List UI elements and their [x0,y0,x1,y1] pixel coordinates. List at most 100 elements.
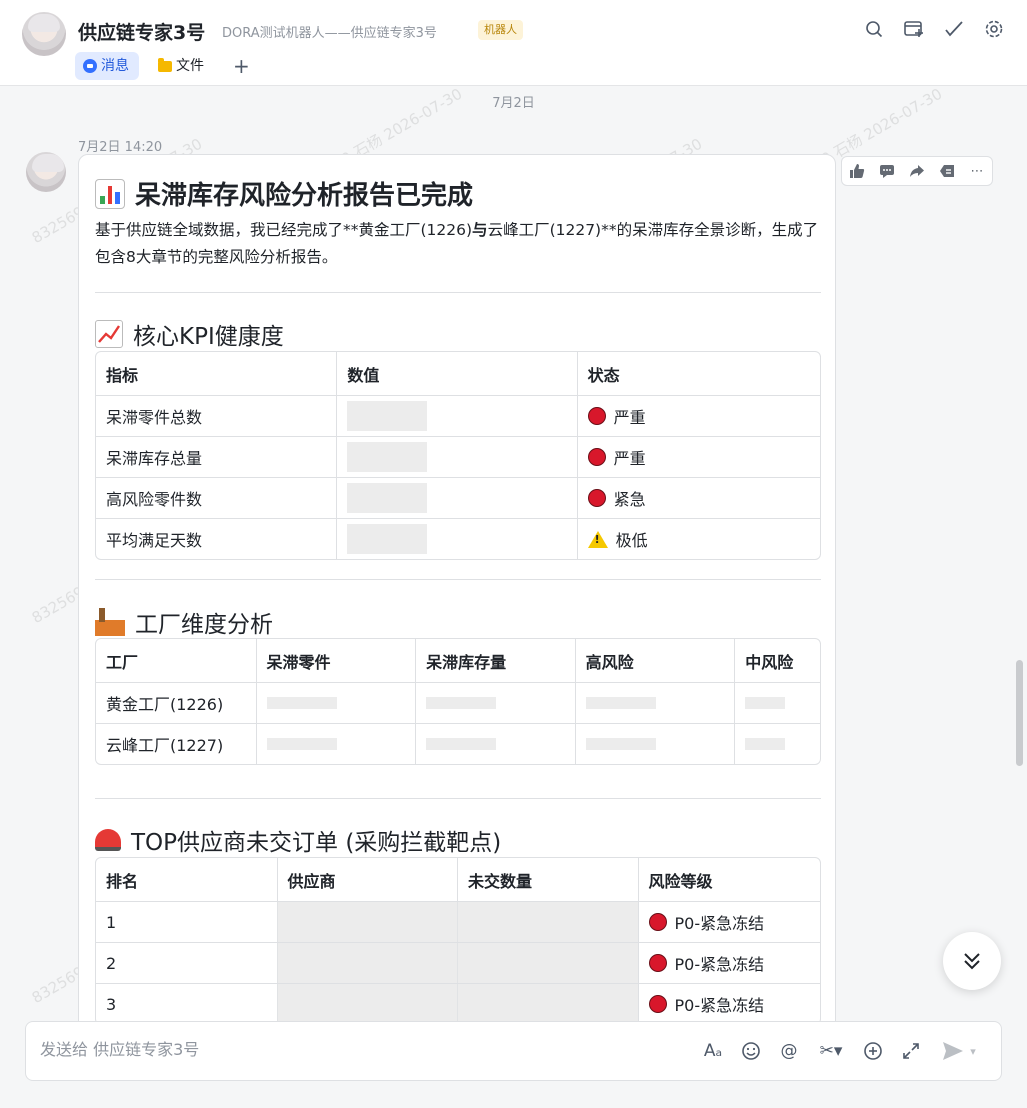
kpi-value-redacted [336,519,576,559]
redacted-value [255,724,416,764]
table-header-cell: 中风险 [734,639,820,682]
intro-text-part1: 基于供应链全域数据，我已经完成了**黄金工厂(1226) [95,221,473,239]
intro-text-bold: 与 [472,221,488,239]
pin-tag-icon[interactable] [932,156,962,186]
report-intro: 基于供应链全域数据，我已经完成了**黄金工厂(1226)与云峰工厂(1227)*… [95,217,821,271]
table-header-cell: 排名 [106,871,139,891]
table-header-cell: 供应商 [276,858,458,901]
folder-icon [158,57,172,72]
table-header-row: 排名 供应商 未交数量 风险等级 [96,858,820,901]
red-circle-icon [648,954,667,972]
table-row: 平均满足天数 极低 [96,518,820,559]
factory-heading-text: 工厂维度分析 [135,612,273,638]
date-divider: 7月2日 [492,96,535,111]
search-icon[interactable] [863,18,885,40]
tab-files[interactable]: 文件 [150,52,214,80]
table-header-cell: 未交数量 [457,858,638,901]
trend-chart-icon [95,320,123,348]
factory-name: 黄金工厂(1226) [106,695,224,714]
supplier-risk: P0-紧急冻结 [637,943,821,983]
risk-level-text: P0-紧急冻结 [674,996,765,1015]
message-composer: Aₐ @ ✂▾ ▾ [25,1021,1002,1081]
report-card: 呆滞库存风险分析报告已完成 基于供应链全域数据，我已经完成了**黄金工厂(122… [78,154,836,1034]
supplier-rank: 1 [106,912,117,932]
redacted-value [734,724,820,764]
bot-avatar[interactable] [22,12,66,56]
supplier-table: 排名 供应商 未交数量 风险等级 1 P0-紧急冻结 2 P0-紧急冻结 3 P… [95,857,821,1025]
send-icon[interactable]: ▾ [937,1038,981,1064]
thumbs-up-icon[interactable] [842,156,872,186]
report-title: 呆滞库存风险分析报告已完成 [95,175,473,212]
tab-messages-label: 消息 [101,58,129,74]
double-chevron-down-icon [964,953,980,970]
table-row: 2 P0-紧急冻结 [96,942,820,983]
factory-table[interactable]: 工厂 呆滞零件 呆滞库存量 高风险 中风险 黄金工厂(1226) 云峰工厂(12… [95,638,821,765]
kpi-name: 呆滞库存总量 [106,449,203,468]
tab-messages[interactable]: 消息 [75,52,139,80]
reply-comment-icon[interactable] [872,156,902,186]
redacted-supplier [276,902,457,942]
composer-toolbar: Aₐ @ ✂▾ ▾ [701,1038,981,1064]
factory-name: 云峰工厂(1227) [106,736,224,755]
divider [95,798,821,799]
risk-level-text: P0-紧急冻结 [674,914,765,933]
siren-icon [95,829,121,851]
mention-icon[interactable]: @ [777,1038,801,1064]
kpi-heading: 核心KPI健康度 [95,317,284,351]
scrollbar[interactable] [1016,660,1023,766]
settings-gear-icon[interactable] [983,18,1005,40]
chat-subtitle: DORA测试机器人——供应链专家3号 [222,26,437,41]
table-row: 黄金工厂(1226) [96,682,820,723]
more-icon[interactable]: ⋯ [962,156,992,186]
add-plus-icon[interactable] [861,1038,885,1064]
add-tab-button[interactable]: + [225,52,260,80]
red-circle-icon [587,489,606,507]
kpi-name: 高风险零件数 [106,490,203,509]
kpi-value-redacted [336,396,576,436]
table-header-row: 指标 数值 状态 [96,352,820,395]
table-header-cell: 风险等级 [637,858,821,901]
kpi-status: 严重 [576,437,820,477]
warning-icon [587,530,608,548]
bot-badge: 机器人 [478,20,523,40]
screenshot-scissors-icon[interactable]: ✂▾ [815,1038,847,1064]
chat-title[interactable]: 供应链专家3号 [78,18,205,45]
redacted-value [574,724,735,764]
redacted-value [574,683,735,723]
add-window-icon[interactable] [903,18,925,40]
redacted-quantity [457,902,638,942]
expand-icon[interactable] [899,1038,923,1064]
message-timestamp: 7月2日 14:20 [78,140,163,155]
redacted-supplier [276,943,457,983]
supplier-risk: P0-紧急冻结 [637,902,821,942]
redacted-value [734,683,820,723]
report-title-text: 呆滞库存风险分析报告已完成 [135,181,474,211]
table-row: 高风险零件数 紧急 [96,477,820,518]
forward-icon[interactable] [902,156,932,186]
bar-chart-icon [95,178,125,209]
kpi-name: 呆滞零件总数 [106,408,203,427]
message-actions: ⋯ [841,156,993,186]
supplier-heading: TOP供应商未交订单 (采购拦截靶点) [95,823,501,857]
risk-level-text: P0-紧急冻结 [674,955,765,974]
factory-icon [95,608,125,636]
emoji-icon[interactable] [739,1038,763,1064]
scroll-to-bottom-button[interactable] [943,932,1001,990]
table-row: 呆滞库存总量 严重 [96,436,820,477]
kpi-heading-text: 核心KPI健康度 [133,324,284,350]
red-circle-icon [587,407,606,425]
kpi-status-text: 严重 [613,449,646,468]
red-circle-icon [648,913,667,931]
sender-avatar[interactable] [26,152,66,192]
factory-heading: 工厂维度分析 [95,605,273,639]
table-header-row: 工厂 呆滞零件 呆滞库存量 高风险 中风险 [96,639,820,682]
message-input[interactable] [40,1040,640,1059]
check-edit-icon[interactable] [943,18,965,40]
kpi-value-redacted [336,437,576,477]
text-format-icon[interactable]: Aₐ [701,1038,725,1064]
divider [95,579,821,580]
table-row: 1 P0-紧急冻结 [96,901,820,942]
table-row: 云峰工厂(1227) [96,723,820,764]
red-circle-icon [648,995,667,1013]
table-header-cell: 状态 [576,352,820,395]
